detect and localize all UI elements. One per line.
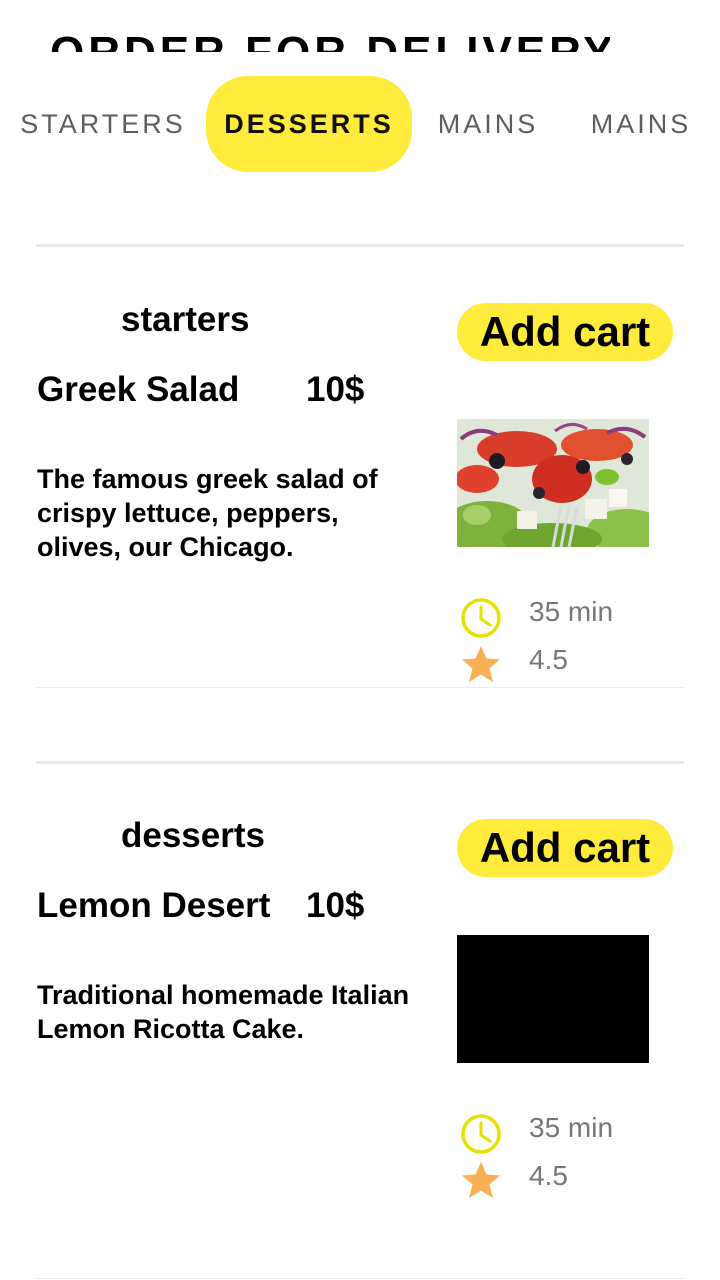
item-category: desserts — [121, 816, 265, 855]
page-heading: ORDER FOR DELIVERY! — [50, 8, 610, 52]
greek-salad-image — [457, 419, 649, 547]
clock-icon — [459, 1112, 503, 1161]
item-separator — [36, 1278, 684, 1279]
star-icon — [459, 642, 503, 691]
item-description: Traditional homemade Italian Lemon Ricot… — [37, 980, 410, 1044]
category-tabs: STARTERS DESSERTS MAINS MAINS — [0, 76, 720, 172]
tab-desserts[interactable]: DESSERTS — [206, 76, 412, 172]
item-name: Greek Salad — [37, 370, 240, 409]
lemon-desert-image — [457, 935, 649, 1063]
item-description: The famous greek salad of crispy lettuce… — [37, 464, 378, 562]
tab-starters[interactable]: STARTERS — [0, 76, 206, 172]
item-price: 10$ — [306, 370, 365, 409]
rating: 4.5 — [529, 644, 568, 675]
item-price: 10$ — [306, 886, 365, 925]
section-divider — [36, 761, 684, 764]
page-heading-text: ORDER FOR DELIVERY! — [50, 28, 610, 52]
add-cart-button[interactable]: Add cart — [457, 819, 673, 877]
menu-item-card[interactable]: desserts Lemon Desert 10$ Traditional ho… — [0, 816, 720, 1236]
tab-mains-2[interactable]: MAINS — [564, 76, 718, 172]
star-icon — [459, 1158, 503, 1207]
menu-item-card[interactable]: starters Greek Salad 10$ The famous gree… — [0, 300, 720, 720]
clock-icon — [459, 596, 503, 645]
tab-mains[interactable]: MAINS — [412, 76, 564, 172]
item-separator — [36, 687, 684, 688]
prep-time: 35 min — [529, 1112, 614, 1143]
item-name: Lemon Desert — [37, 886, 271, 925]
item-category: starters — [121, 300, 250, 339]
section-divider — [36, 244, 684, 247]
prep-time: 35 min — [529, 596, 614, 627]
add-cart-button[interactable]: Add cart — [457, 303, 673, 361]
rating: 4.5 — [529, 1160, 568, 1191]
